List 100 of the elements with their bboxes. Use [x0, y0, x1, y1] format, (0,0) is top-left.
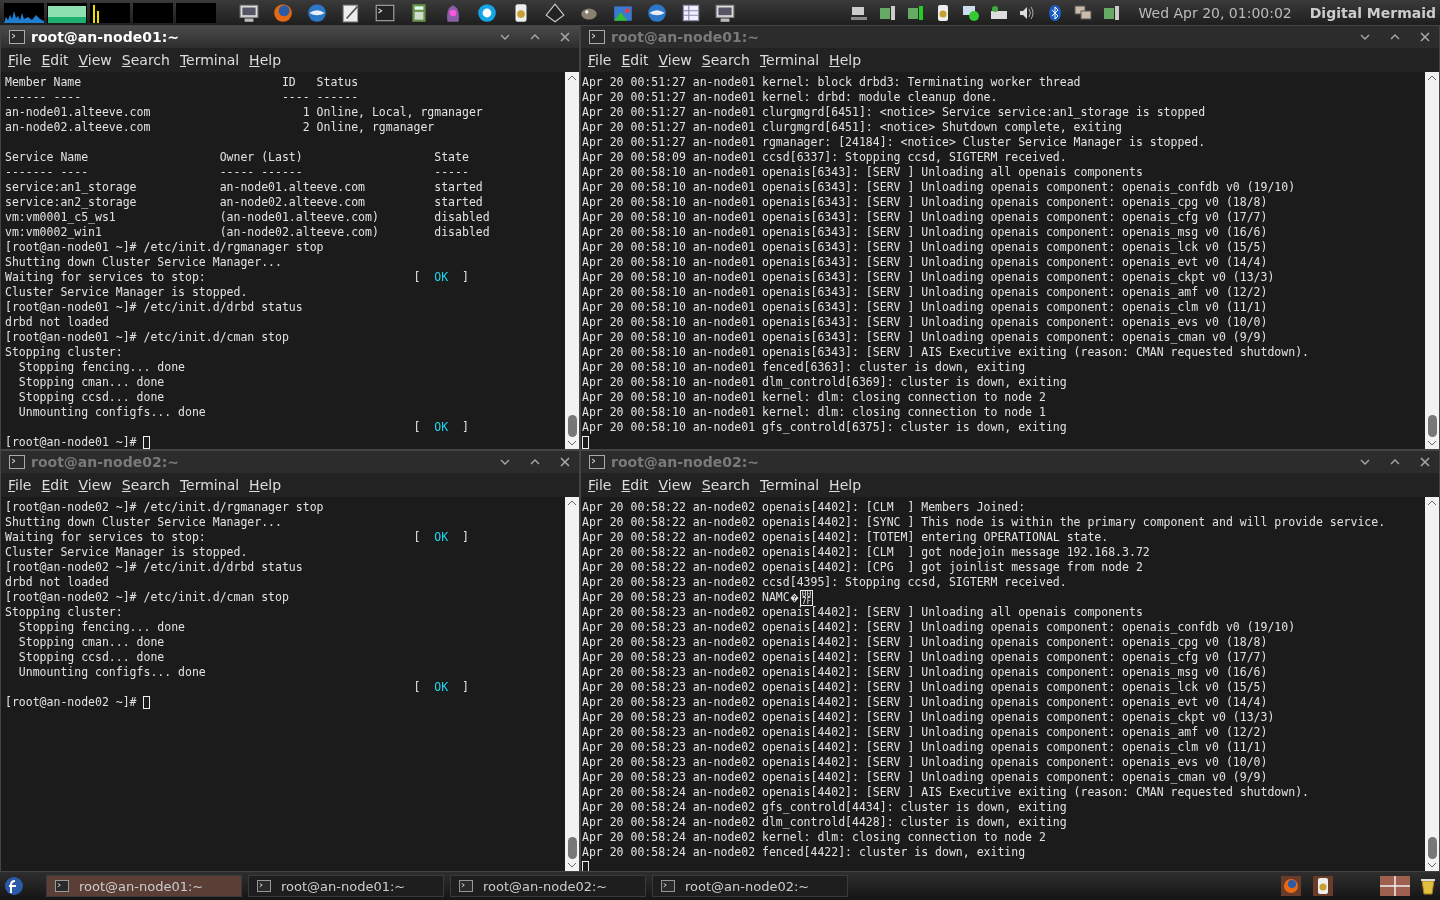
terminal-line: Apr 20 00:58:10 an-node01 openais[6343]: [SERV ] Unloading all openais components — [582, 165, 1143, 180]
terminal-line: Apr 20 00:58:22 an-node02 openais[4402]: [TOTEM] entering OPERATIONAL state. — [582, 530, 1109, 545]
terminal-line: Apr 20 00:58:23 an-node02 ccsd[4395]: Stopping ccsd, SIGTERM received. — [582, 575, 1067, 590]
terminal-line: Apr 20 00:51:27 an-node01 kernel: drbd: module cleanup done. — [582, 90, 998, 105]
terminal-line: Unmounting configfs... done — [17, 405, 206, 420]
terminal-icon — [589, 455, 605, 469]
terminal-line: Stopping ccsd... done — [17, 390, 165, 405]
window-title: root@an-node01:~ — [611, 29, 759, 45]
terminal-icon — [9, 455, 25, 469]
menu-item[interactable]: Help — [244, 52, 287, 68]
terminal-line: Apr 20 00:58:23 an-node02 openais[4402]: [SERV ] Unloading openais component: openais_ckpt v0 (13/3) — [582, 710, 1275, 725]
status-label: [ OK ] — [413, 680, 469, 695]
terminal-line: Apr 20 00:58:10 an-node01 openais[6343]: [SERV ] Unloading openais component: openais_ckpt v0 (13/3) — [582, 270, 1275, 285]
clock[interactable]: Wed Apr 20, 01:00:02 — [1138, 4, 1292, 21]
terminal-line: Apr 20 00:58:10 an-node01 openais[6343]: [SERV ] Unloading openais component: openais_clm v0 (11/1) — [582, 300, 1268, 315]
terminal-line: [root@an-node02 ~]# /etc/init.d/cman stop — [5, 590, 289, 605]
network-icon[interactable] — [1072, 2, 1093, 23]
terminal-line: Apr 20 00:58:10 an-node01 openais[6343]: [SERV ] Unloading openais component: openais_amf v0 (12/2) — [582, 285, 1268, 300]
terminal-line: Apr 20 00:58:22 an-node02 openais[4402]: [CPG ] got joinlist message from node 2 — [582, 560, 1143, 575]
taskbar-button[interactable]: root@an-node02:~ — [450, 875, 646, 897]
terminal-line: Waiting for services to stop: — [5, 270, 206, 284]
scroll-up-icon[interactable] — [567, 74, 577, 82]
terminal-line: [root@an-node01 ~]# /etc/init.d/cman stop — [5, 330, 289, 345]
terminal-line: Apr 20 00:58:24 an-node02 kernel: dlm: closing connection to node 2 — [582, 830, 1046, 845]
terminal-line: Apr 20 00:58:24 an-node02 fenced[4422]: cluster is down, exiting — [582, 845, 1026, 860]
terminal-line: ------ ---- ---- ------ — [5, 90, 359, 105]
monitor-graph — [133, 2, 173, 23]
terminal-line: [root@an-node01 ~]# /etc/init.d/rgmanager stop — [5, 240, 324, 255]
terminal-line: Apr 20 00:58:23 an-node02 openais[4402]: [SERV ] Unloading openais component: openais_lck v0 (15/5) — [582, 680, 1268, 695]
trash-icon[interactable] — [1420, 877, 1436, 895]
terminal-line: Stopping fencing... done — [17, 360, 185, 375]
logo-icon[interactable] — [4, 876, 24, 896]
terminal-line: an-node01.alteeve.com 1 Online, Local, rgmanager — [5, 105, 483, 120]
terminal-line: Waiting for services to stop: — [5, 530, 206, 544]
terminal-line: Apr 20 00:58:10 an-node01 fenced[6363]: cluster is down, exiting — [582, 360, 1026, 375]
scroll-down-icon[interactable] — [567, 439, 577, 447]
window-title: root@an-node01:~ — [31, 29, 179, 45]
taskbar-button[interactable]: root@an-node01:~ — [248, 875, 444, 897]
menu-item[interactable]: Edit — [36, 52, 74, 68]
terminal-icon — [589, 30, 605, 44]
globe-icon[interactable] — [646, 1, 668, 24]
terminal-line: Apr 20 00:58:10 an-node01 openais[6343]: [SERV ] Unloading openais component: openais_cpg v0 (18/8) — [582, 195, 1268, 210]
menu-item[interactable]: File — [3, 52, 37, 68]
terminal-line: Apr 20 00:58:10 an-node01 kernel: dlm: closing connection to node 2 — [582, 390, 1046, 405]
terminal-line: Apr 20 00:58:10 an-node01 dlm_controld[6369]: cluster is down, exiting — [582, 375, 1067, 390]
terminal-line: Apr 20 00:58:22 an-node02 openais[4402]: [CLM ] Members Joined: — [582, 500, 1026, 515]
terminal-line: [root@an-node02 ~]# /etc/init.d/drbd status — [5, 560, 303, 575]
terminal-line: drbd not loaded — [5, 575, 109, 590]
menu-item[interactable]: View — [73, 52, 117, 68]
user-name[interactable]: Digital Mermaid — [1309, 4, 1436, 21]
scroll-thumb[interactable] — [567, 415, 577, 437]
terminal-line: Apr 20 00:58:23 an-node02 openais[4402]: [SERV ] Unloading openais component: openais_clm v0 (11/1) — [582, 740, 1268, 755]
terminal-line: Apr 20 00:58:10 an-node01 openais[6343]: [SERV ] Unloading openais component: openais_msg v0 (16/6) — [582, 225, 1268, 240]
terminal-line: Apr 20 00:58:10 an-node01 openais[6343]: [SERV ] Unloading openais component: openais_cfg v0 (17/7) — [582, 210, 1268, 225]
terminal-line: Stopping cluster: — [5, 345, 123, 360]
terminal-line: Apr 20 00:58:09 an-node01 ccsd[6337]: Stopping ccsd, SIGTERM received. — [582, 150, 1067, 165]
terminal-line: Stopping ccsd... done — [17, 650, 165, 665]
scrollbar[interactable] — [565, 72, 579, 449]
terminal-line: Apr 20 00:58:10 an-node01 openais[6343]: [SERV ] Unloading openais component: openais_confdb v0 (19/10) — [582, 180, 1296, 195]
terminal-line: Apr 20 00:51:27 an-node01 clurgmgrd[6451]: <notice> Shutdown complete, exiting — [582, 120, 1123, 135]
monitor-graph — [176, 2, 216, 23]
terminal-line: Shutting down Cluster Service Manager... — [5, 515, 282, 530]
terminal-line: [root@an-node01 ~]# /etc/init.d/drbd status — [5, 300, 303, 315]
taskbar-button[interactable]: root@an-node02:~ — [652, 875, 848, 897]
terminal-line: Stopping cman... done — [17, 375, 165, 390]
terminal-icon — [9, 30, 25, 44]
terminal-line: Apr 20 00:58:10 an-node01 openais[6343]: [SERV ] Unloading openais component: openais_evt v0 (14/4) — [582, 255, 1268, 270]
terminal-line: Unmounting configfs... done — [17, 665, 206, 680]
terminal-line: vm:vm0002_win1 (an-node02.alteeve.com) disabled — [5, 225, 490, 240]
terminal-line: Apr 20 00:51:27 an-node01 rgmanager: [24184]: <notice> Cluster Service Manager is stopped. — [582, 135, 1206, 150]
taskbar-button[interactable]: root@an-node01:~ — [46, 875, 242, 897]
glyph-box: 00 7F — [799, 589, 814, 606]
terminal-line: Cluster Service Manager is stopped. — [5, 545, 248, 560]
terminal-icon — [459, 880, 473, 892]
workspace-switcher[interactable] — [1380, 876, 1410, 896]
terminal-line: Apr 20 00:58:23 an-node02 openais[4402]: [SERV ] Unloading openais component: openais_cfg v0 (17/7) — [582, 650, 1268, 665]
terminal-line: Apr 20 00:58:10 an-node01 openais[6343]: [SERV ] Unloading openais component: openais_lck v0 (15/5) — [582, 240, 1268, 255]
speaker-icon[interactable] — [1312, 876, 1334, 896]
terminal-line: Apr 20 00:58:10 an-node01 openais[6343]: [SERV ] AIS Executive exiting (reason: CMAN requested shutdown). — [582, 345, 1309, 360]
terminal-line: Apr 20 00:58:23 an-node02 openais[4402]: [SERV ] Unloading openais component: openais_confdb v0 (19/10) — [582, 620, 1296, 635]
terminal-line: Apr 20 00:58:24 an-node02 gfs_controld[4434]: cluster is down, exiting — [582, 800, 1067, 815]
terminal-line: Apr 20 00:58:23 an-node02 openais[4402]: [SERV ] Unloading openais component: openais_msg v0 (16/6) — [582, 665, 1268, 680]
terminal-line: Apr 20 00:58:23 an-node02 openais[4402]: [SERV ] Unloading openais component: openais_evt v0 (14/4) — [582, 695, 1268, 710]
status-label: [ OK ] — [413, 530, 469, 545]
terminal-icon — [257, 880, 271, 892]
window-title: root@an-node02:~ — [31, 454, 179, 470]
status-label: [ OK ] — [413, 420, 469, 435]
menu-item[interactable]: Search — [116, 52, 175, 68]
terminal-line: Apr 20 00:58:23 an-node02 openais[4402]: [SERV ] Unloading all openais components — [582, 605, 1143, 620]
menu-item[interactable]: Terminal — [174, 52, 245, 68]
terminal-line: Stopping fencing... done — [17, 620, 185, 635]
terminal-line: Apr 20 00:58:23 an-node02 NAMC — [582, 590, 790, 605]
terminal-line: vm:vm0001_c5_ws1 (an-node01.alteeve.com) disabled — [5, 210, 490, 225]
terminal-line: [root@an-node02 ~]# — [5, 695, 137, 710]
terminal-line: drbd not loaded — [5, 315, 109, 330]
globe-icon[interactable] — [306, 1, 328, 24]
monitor-graph — [47, 2, 87, 23]
terminal-icon — [661, 880, 675, 892]
terminal-line: Apr 20 00:51:27 an-node01 kernel: block drbd3: Terminating worker thread — [582, 75, 1081, 90]
close-icon[interactable] — [559, 31, 571, 43]
